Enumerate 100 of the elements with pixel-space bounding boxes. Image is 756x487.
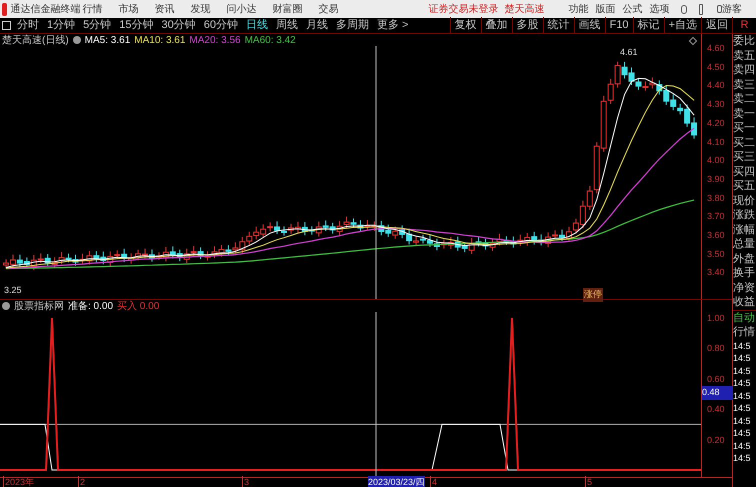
cursor-date-label: 2023/03/23/四 (368, 476, 425, 487)
trade-time: 14:5 (733, 440, 752, 452)
price-axis-label: 3.50 (707, 248, 725, 261)
toolbar-button[interactable]: 返回 (701, 17, 732, 34)
auto-label: 自动 (733, 310, 756, 325)
ma-value: MA60: 3.42 (244, 34, 296, 48)
logo-icon (2, 2, 8, 16)
quote-field-label: 买三 (733, 150, 756, 164)
ma-value: MA5: 3.61 (84, 34, 130, 48)
period-tab[interactable]: 分时 (17, 17, 39, 34)
quote-field-label: 卖四 (733, 63, 756, 78)
trade-time: 14:5 (733, 390, 752, 402)
quote-field-label: 卖三 (733, 78, 756, 92)
toolbar-button[interactable]: 多股 (512, 17, 543, 34)
period-tab[interactable]: 月线 (306, 17, 328, 34)
trade-time: 14:5 (733, 414, 752, 427)
period-tab[interactable]: 60分钟 (204, 17, 238, 34)
menu-item[interactable]: 公式 (622, 2, 642, 16)
indicator-axis-label: 1.00 (707, 312, 725, 325)
trade-time: 14:5 (733, 402, 752, 414)
phone-icon[interactable] (698, 4, 703, 14)
ma-value: MA20: 3.56 (189, 34, 241, 48)
date-axis-label: 3 (242, 476, 250, 487)
menu-item[interactable]: 资讯 (154, 2, 174, 16)
menu-item[interactable]: 交易 (318, 2, 338, 16)
period-tab[interactable]: 多周期 (336, 17, 369, 34)
trade-time: 14:5 (733, 377, 752, 390)
toolbar-button[interactable]: F10 (604, 17, 633, 34)
quote-field-label: 总量 (733, 237, 756, 252)
price-axis-label: 4.60 (707, 42, 725, 55)
menu-item[interactable]: 功能 (568, 2, 588, 16)
status-text: 证券交易未登录 (428, 2, 498, 16)
price-axis-label: 3.70 (707, 210, 725, 224)
indicator-value: 准备: 0.00 (68, 300, 114, 314)
quote-field-label: 卖二 (733, 92, 756, 106)
price-axis-label: 4.30 (707, 98, 725, 112)
period-tab[interactable]: 周线 (276, 17, 298, 34)
date-axis-label: 5 (585, 476, 592, 487)
menu-item[interactable]: 版面 (595, 2, 616, 16)
quote-field-label: 买一 (733, 121, 756, 136)
stock-name: 楚天高速(日线) (2, 34, 69, 48)
toolbar-button[interactable]: +自选 (664, 17, 701, 34)
quote-field-label: 外盘 (733, 252, 756, 266)
indicator-axis-label: 0.60 (707, 372, 725, 386)
trade-time: 14:5 (733, 452, 752, 464)
period-tab[interactable]: 15分钟 (119, 17, 154, 34)
menu-item[interactable]: 选项 (649, 2, 670, 16)
price-axis-label: 3.60 (707, 229, 725, 242)
panel-toggle-icon[interactable] (2, 21, 11, 30)
toolbar-button[interactable]: 复权 (450, 17, 481, 34)
corner-mark: R (732, 17, 756, 34)
period-tab[interactable]: 日线 (246, 17, 268, 34)
quote-field-label: 委比 (733, 34, 756, 48)
period-tab[interactable]: 5分钟 (83, 17, 112, 34)
quote-label: 行情 (733, 325, 756, 340)
settings-icon[interactable] (72, 36, 81, 44)
indicator-name: 股票指标网 (14, 300, 64, 314)
trade-time: 14:5 (733, 340, 752, 352)
toolbar-button[interactable]: 统计 (542, 17, 574, 34)
menu-item[interactable]: 问小达 (226, 2, 256, 16)
price-axis-label: 4.10 (707, 136, 725, 148)
menu-item[interactable]: 行情 (82, 2, 102, 16)
indicator-axis-label: 0.80 (707, 342, 725, 356)
toolbar-button[interactable]: 标记 (632, 17, 664, 34)
menu-item[interactable]: 发现 (190, 2, 210, 16)
toolbar-button[interactable]: 叠加 (480, 17, 512, 34)
quote-field-label: 涨跌 (733, 208, 756, 222)
user-name: 游客 (722, 2, 742, 16)
period-tab[interactable]: 1分钟 (47, 17, 76, 34)
quote-field-label: 卖五 (733, 48, 756, 63)
settings-icon[interactable] (2, 302, 10, 310)
date-axis-label: 2023年 (3, 476, 34, 487)
quote-field-label: 净资 (733, 280, 756, 295)
limit-up-tag: 涨停 (583, 288, 603, 302)
quote-field-label: 卖一 (733, 106, 756, 121)
date-axis-label: 2 (78, 476, 86, 487)
quote-field-label: 涨幅 (733, 222, 756, 237)
quote-field-label: 买四 (733, 164, 756, 179)
quote-field-label: 换手 (733, 266, 756, 280)
menu-item[interactable]: 财富圈 (272, 2, 302, 16)
trade-time: 14:5 (733, 364, 752, 377)
low-price-label: 3.25 (4, 284, 22, 297)
status-text: 楚天高速 (504, 2, 544, 16)
quote-field-label: 收益 (733, 295, 756, 310)
date-axis-label: 4 (430, 476, 438, 487)
quote-field-label: 买五 (733, 179, 756, 194)
price-axis-label: 3.80 (707, 192, 725, 205)
toolbar-button[interactable]: 画线 (574, 17, 605, 34)
app-title: 通达信金融终端 (10, 2, 80, 16)
ma-value: MA10: 3.61 (134, 34, 186, 48)
price-axis-label: 4.00 (707, 154, 725, 168)
period-tab[interactable]: 30分钟 (162, 17, 196, 34)
indicator-value: 买入 0.00 (117, 300, 160, 314)
quote-field-label: 现价 (733, 194, 756, 208)
cursor-value-label: 0.48 (702, 386, 733, 400)
menu-item[interactable]: 市场 (118, 2, 138, 16)
trade-time: 14:5 (733, 352, 752, 364)
price-axis-label: 4.20 (707, 116, 725, 130)
indicator-axis-label: 0.20 (707, 434, 725, 447)
period-tab[interactable]: 更多 > (377, 17, 408, 34)
